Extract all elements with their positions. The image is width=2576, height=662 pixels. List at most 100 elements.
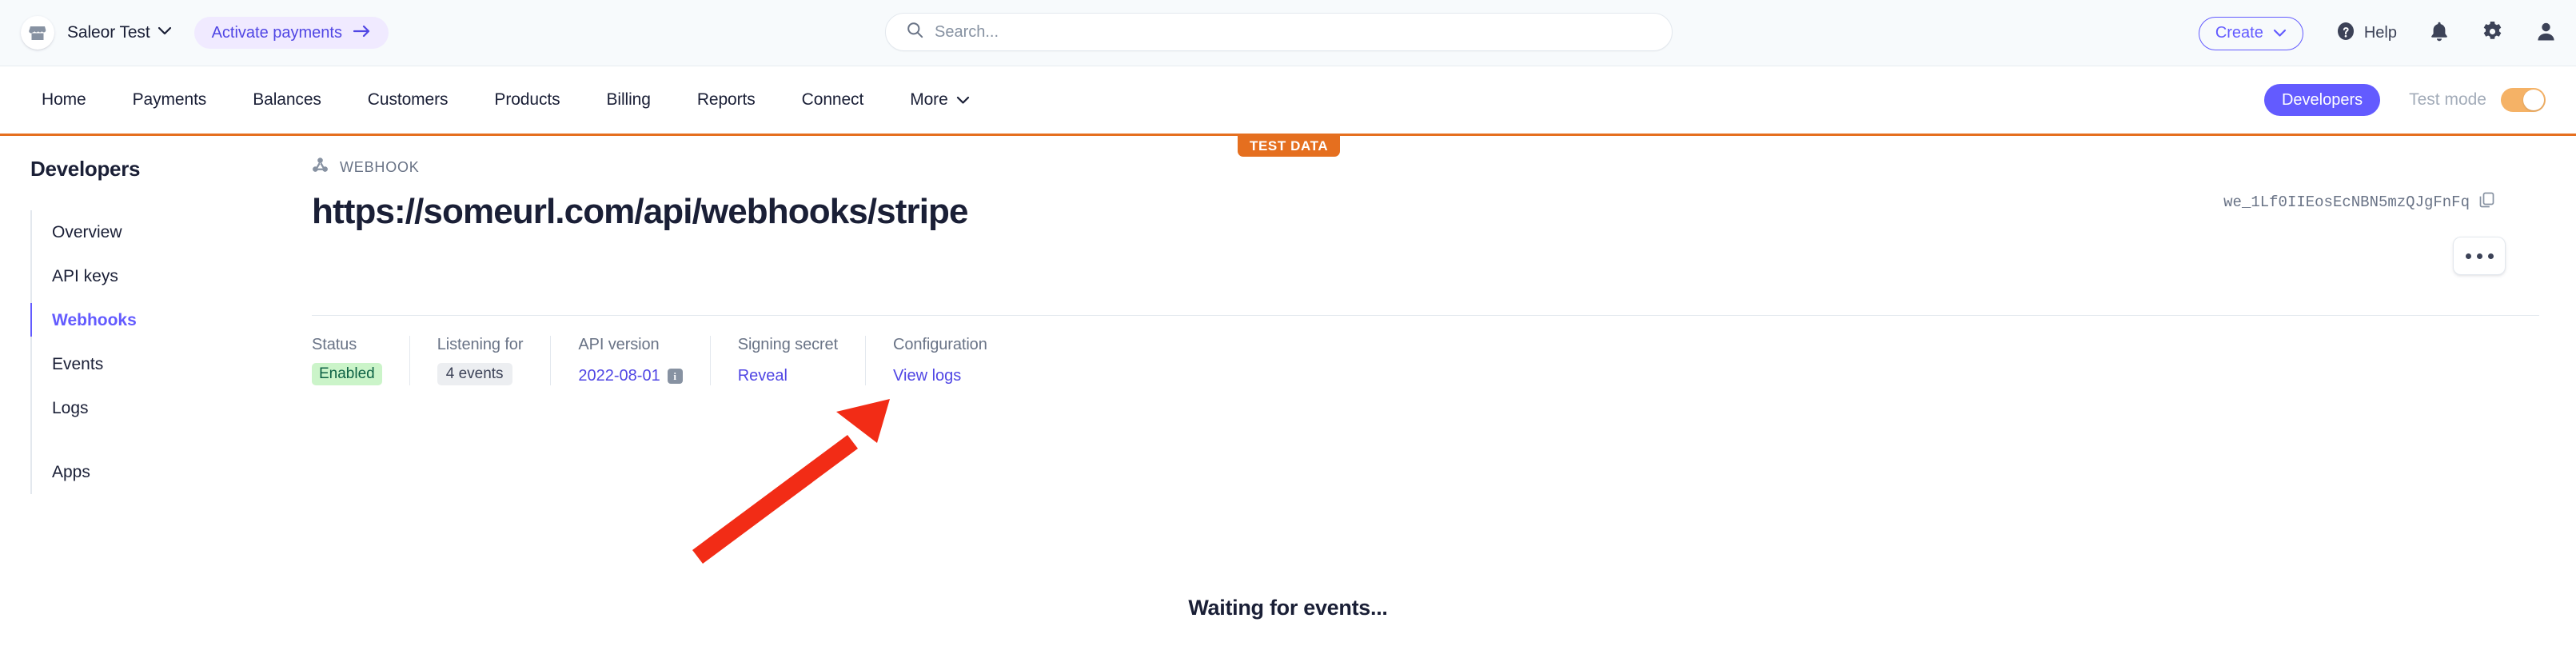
help-button[interactable]: Help xyxy=(2335,21,2397,46)
ellipsis-dot xyxy=(2476,253,2482,259)
stat-value: View logs xyxy=(893,367,987,385)
nav-label: More xyxy=(910,90,948,109)
developers-button[interactable]: Developers xyxy=(2263,84,2381,116)
webhook-id-value: we_1Lf0IIEosEcNBN5mzQJgFnFq xyxy=(2223,193,2470,211)
nav-item-billing[interactable]: Billing xyxy=(607,90,651,110)
sidebar-divider-gap xyxy=(32,430,304,450)
nav-item-connect[interactable]: Connect xyxy=(802,90,864,110)
nav-label: Balances xyxy=(253,90,321,109)
nav-label: Customers xyxy=(367,90,449,109)
stat-label: API version xyxy=(578,336,660,353)
search-placeholder: Search... xyxy=(935,22,999,41)
store-icon xyxy=(21,16,54,50)
primary-nav: Home Payments Balances Customers Product… xyxy=(0,66,2576,136)
nav-item-home[interactable]: Home xyxy=(42,90,86,110)
webhook-id[interactable]: we_1Lf0IIEosEcNBN5mzQJgFnFq xyxy=(2223,192,2494,213)
nav-item-reports[interactable]: Reports xyxy=(697,90,756,110)
store-switcher[interactable]: Saleor Test xyxy=(21,16,172,50)
stat-status: Status Enabled xyxy=(312,336,410,385)
activate-payments-label: Activate payments xyxy=(211,23,342,42)
user-icon xyxy=(2535,21,2557,46)
nav-item-products[interactable]: Products xyxy=(494,90,560,110)
nav-item-customers[interactable]: Customers xyxy=(368,90,449,110)
stat-listening-for: Listening for 4 events xyxy=(410,336,552,385)
test-mode-toggle[interactable] xyxy=(2501,88,2546,112)
stat-value: 4 events xyxy=(437,363,524,385)
nav-label: Home xyxy=(42,90,86,109)
nav-item-more[interactable]: More xyxy=(910,90,969,110)
ellipsis-dot xyxy=(2487,253,2494,259)
webhook-kicker-label: WEBHOOK xyxy=(340,158,420,175)
nav-items: Home Payments Balances Customers Product… xyxy=(42,90,1016,110)
nav-label: Billing xyxy=(606,90,651,109)
sidebar-item-apps[interactable]: Apps xyxy=(32,450,304,494)
stat-value: 2022-08-01 i xyxy=(578,367,683,385)
annotation-arrow xyxy=(692,399,890,564)
test-mode-label: Test mode xyxy=(2409,90,2486,109)
stat-api-version: API version 2022-08-01 i xyxy=(551,336,711,385)
more-actions-button[interactable] xyxy=(2453,237,2506,275)
nav-label: Payments xyxy=(132,90,207,109)
developers-sidebar: Developers Overview API keys Webhooks Ev… xyxy=(0,157,304,494)
test-data-badge: TEST DATA xyxy=(1238,136,1341,157)
stat-signing-secret: Signing secret Reveal xyxy=(711,336,867,385)
account-button[interactable] xyxy=(2535,21,2557,46)
nav-label: Connect xyxy=(801,90,864,109)
nav-item-payments[interactable]: Payments xyxy=(133,90,207,110)
chevron-down-icon xyxy=(956,90,970,110)
sidebar-item-overview[interactable]: Overview xyxy=(32,210,304,254)
create-label: Create xyxy=(2215,24,2263,42)
sidebar-item-label: API keys xyxy=(52,266,118,285)
sidebar-item-label: Logs xyxy=(52,398,89,417)
top-bar-actions: Create Help xyxy=(2198,0,2557,66)
stat-label: Configuration xyxy=(893,336,987,353)
activate-payments-button[interactable]: Activate payments xyxy=(193,17,389,49)
ellipsis-dot xyxy=(2465,253,2471,259)
settings-button[interactable] xyxy=(2482,21,2503,46)
webhook-icon xyxy=(312,157,329,177)
help-label: Help xyxy=(2363,24,2397,42)
api-version-link[interactable]: 2022-08-01 xyxy=(578,367,660,385)
notifications-button[interactable] xyxy=(2429,21,2450,46)
sidebar-list: Overview API keys Webhooks Events Logs A… xyxy=(30,210,304,494)
sidebar-item-events[interactable]: Events xyxy=(32,342,304,386)
stat-label: Signing secret xyxy=(737,336,839,353)
sidebar-item-webhooks[interactable]: Webhooks xyxy=(30,298,304,342)
bell-icon xyxy=(2429,21,2450,46)
empty-state-message: Waiting for events... xyxy=(1188,596,1388,620)
stat-label: Listening for xyxy=(437,336,524,353)
sidebar-title: Developers xyxy=(30,157,141,181)
sidebar-item-api-keys[interactable]: API keys xyxy=(32,254,304,298)
nav-label: Products xyxy=(494,90,560,109)
view-logs-link[interactable]: View logs xyxy=(893,367,961,385)
webhook-kicker: WEBHOOK xyxy=(312,157,2541,177)
store-name: Saleor Test xyxy=(67,23,150,42)
gear-icon xyxy=(2482,21,2503,46)
page-title: https://someurl.com/api/webhooks/stripe xyxy=(312,192,969,231)
info-icon[interactable]: i xyxy=(667,369,683,384)
create-button[interactable]: Create xyxy=(2198,16,2303,50)
search-icon xyxy=(907,22,923,42)
sidebar-item-label: Apps xyxy=(52,462,90,481)
sidebar-item-logs[interactable]: Logs xyxy=(32,386,304,430)
nav-right-actions: Developers Test mode xyxy=(2263,84,2546,116)
reveal-signing-secret-link[interactable]: Reveal xyxy=(738,367,788,385)
webhook-stats: Status Enabled Listening for 4 events AP… xyxy=(312,336,1015,385)
sidebar-item-label: Webhooks xyxy=(52,310,137,329)
stat-value: Enabled xyxy=(312,363,382,385)
nav-item-balances[interactable]: Balances xyxy=(253,90,321,110)
top-bar: Saleor Test Activate payments Search... … xyxy=(0,0,2576,66)
sidebar-item-label: Overview xyxy=(52,222,122,241)
search-field-wrapper[interactable]: Search... xyxy=(885,13,1673,51)
header-divider xyxy=(312,315,2539,316)
events-count-badge[interactable]: 4 events xyxy=(437,363,512,385)
stat-configuration: Configuration View logs xyxy=(866,336,1015,385)
stat-label: Status xyxy=(312,336,357,353)
search-input[interactable]: Search... xyxy=(885,13,1673,51)
chevron-down-icon xyxy=(2273,24,2287,42)
webhook-detail: WEBHOOK https://someurl.com/api/webhooks… xyxy=(312,157,2541,275)
nav-label: Reports xyxy=(696,90,756,109)
arrow-right-icon xyxy=(353,24,371,42)
copy-icon[interactable] xyxy=(2479,192,2494,213)
chevron-down-icon xyxy=(158,26,172,40)
